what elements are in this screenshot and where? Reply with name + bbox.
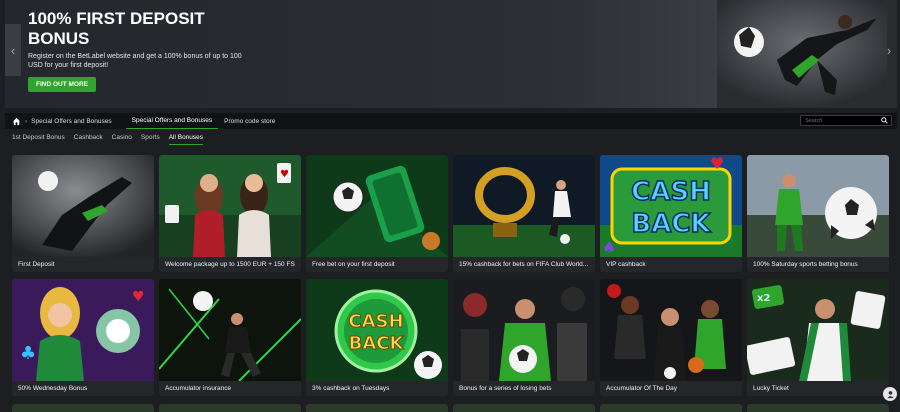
svg-text:BACK: BACK — [349, 333, 405, 354]
card-image: x2 — [747, 279, 889, 381]
bonus-card-partial[interactable] — [600, 404, 742, 412]
bonus-card[interactable]: ♥ Welcome package up to 1500 EUR + 150 F… — [159, 155, 301, 272]
card-image: CASH BACK ♥ ♠ — [600, 155, 742, 257]
svg-text:x2: x2 — [757, 293, 770, 304]
bonus-card-partial[interactable] — [306, 404, 448, 412]
svg-text:♣: ♣ — [20, 343, 36, 364]
search-icon[interactable] — [881, 117, 888, 124]
bonus-card[interactable]: Accumulator Of The Day — [600, 279, 742, 396]
tab-promo-code-store[interactable]: Promo code store — [218, 113, 281, 129]
chevron-right-icon: › — [886, 42, 892, 58]
card-image — [12, 155, 154, 257]
bonus-card-partial[interactable] — [453, 404, 595, 412]
svg-text:♥: ♥ — [710, 155, 724, 173]
card-image — [306, 155, 448, 257]
chevron-left-icon: ‹ — [10, 42, 16, 58]
hero-player-image — [717, 0, 887, 108]
card-title: 50% Wednesday Bonus — [18, 385, 88, 392]
card-image — [747, 155, 889, 257]
svg-text:CASH: CASH — [348, 311, 403, 332]
hero-banner: ‹ 100% FIRST DEPOSIT BONUS Register on t… — [5, 0, 897, 108]
card-image: ♣ ♥ — [12, 279, 154, 381]
tab-special-offers[interactable]: Special Offers and Bonuses — [125, 113, 219, 129]
bonus-card-partial[interactable] — [12, 404, 154, 412]
card-image — [453, 279, 595, 381]
card-title: Bonus for a series of losing bets — [459, 385, 552, 392]
bonus-card[interactable]: First Deposit — [12, 155, 154, 272]
support-chat-button[interactable] — [883, 387, 897, 401]
card-image: CASH BACK — [306, 279, 448, 381]
card-title: Welcome package up to 1500 EUR + 150 FS — [165, 261, 295, 268]
chevron-right-icon: › — [25, 117, 28, 125]
card-title: Lucky Ticket — [753, 385, 789, 392]
bonus-card[interactable]: Accumulator insurance — [159, 279, 301, 396]
hero-title: 100% FIRST DEPOSIT BONUS — [28, 9, 205, 48]
card-title: Accumulator Of The Day — [606, 385, 678, 392]
bonus-grid: First Deposit ♥ Welcome package up to 15… — [12, 155, 890, 396]
category-all-bonuses[interactable]: All Bonuses — [168, 134, 204, 145]
bonus-card[interactable]: CASH BACK ♥ ♠ VIP cashback — [600, 155, 742, 272]
category-casino[interactable]: Casino — [112, 134, 132, 145]
navigation-bar: › Special Offers and Bonuses Special Off… — [5, 113, 897, 129]
svg-text:♥: ♥ — [280, 169, 289, 180]
card-image: ♥ — [159, 155, 301, 257]
category-filters: 1st Deposit Bonus Cashback Casino Sports… — [12, 134, 212, 145]
card-title: Free bet on your first deposit — [312, 261, 395, 268]
card-title: Accumulator insurance — [165, 385, 232, 392]
svg-text:BACK: BACK — [631, 209, 711, 239]
category-1st-deposit[interactable]: 1st Deposit Bonus — [12, 134, 65, 145]
bonus-card-partial[interactable] — [747, 404, 889, 412]
search-input[interactable] — [805, 117, 885, 124]
bonus-card[interactable]: Bonus for a series of losing bets — [453, 279, 595, 396]
card-title: 100% Saturday sports betting bonus — [753, 261, 858, 268]
hero-prev-arrow[interactable]: ‹ — [5, 24, 21, 76]
home-icon[interactable] — [11, 116, 21, 126]
hero-description: Register on the BetLabel website and get… — [28, 53, 242, 69]
breadcrumb[interactable]: Special Offers and Bonuses — [31, 113, 117, 129]
bonus-card[interactable]: x2 Lucky Ticket — [747, 279, 889, 396]
hero-next-arrow[interactable]: › — [881, 24, 897, 76]
card-title: 15% cashback for bets on FIFA Club World… — [459, 261, 589, 268]
category-cashback[interactable]: Cashback — [74, 134, 103, 145]
svg-text:♠: ♠ — [602, 238, 616, 257]
svg-text:CASH: CASH — [631, 177, 711, 207]
card-image — [453, 155, 595, 257]
card-image — [600, 279, 742, 381]
card-title: 3% cashback on Tuesdays — [312, 385, 390, 392]
bonus-card-partial[interactable] — [159, 404, 301, 412]
bonus-card[interactable]: Free bet on your first deposit — [306, 155, 448, 272]
user-icon — [886, 390, 894, 398]
category-sports[interactable]: Sports — [141, 134, 160, 145]
bonus-card[interactable]: 15% cashback for bets on FIFA Club World… — [453, 155, 595, 272]
card-image — [159, 279, 301, 381]
card-title: VIP cashback — [606, 261, 646, 268]
bonus-card[interactable]: ♣ ♥ 50% Wednesday Bonus — [12, 279, 154, 396]
bonus-card[interactable]: 100% Saturday sports betting bonus — [747, 155, 889, 272]
bonus-card[interactable]: CASH BACK 3% cashback on Tuesdays — [306, 279, 448, 396]
svg-text:♥: ♥ — [132, 289, 145, 305]
bonus-grid-next-row — [12, 404, 890, 412]
find-out-more-button[interactable]: FIND OUT MORE — [28, 77, 96, 92]
card-title: First Deposit — [18, 261, 55, 268]
search-box — [800, 115, 892, 126]
